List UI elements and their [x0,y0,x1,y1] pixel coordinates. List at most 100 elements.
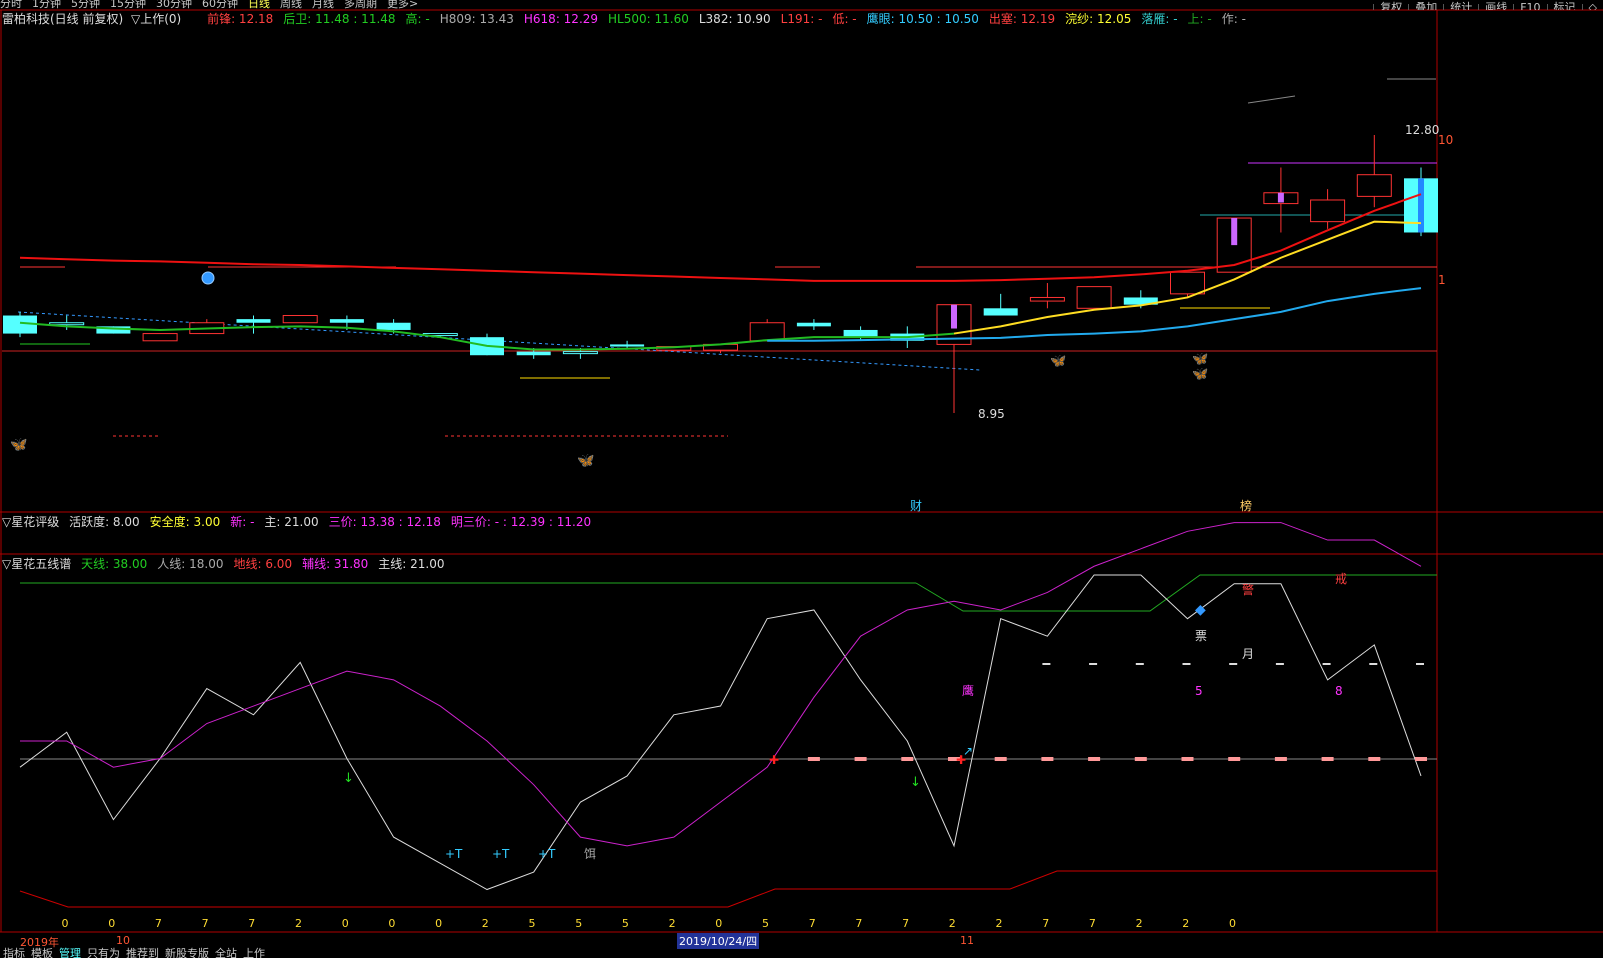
pink-marker [1041,757,1054,761]
arrow-down-icon: ↓ [910,775,921,790]
indicator-value-label: H618: 12.29 [523,12,599,26]
candle-body [142,333,178,342]
bottom-tab[interactable]: 只有为 [84,947,123,958]
candle-body [1170,271,1205,295]
signal-tag: 月 [1242,647,1254,661]
bottom-digit: 5 [575,917,582,930]
period-tab[interactable]: 60分钟 [202,0,238,9]
bottom-tab[interactable]: 指标 [0,947,28,958]
grey-dash [1416,663,1424,665]
bottom-digit: 0 [108,917,115,930]
stock-title[interactable]: 雷柏科技(日线 前复权) [2,12,123,26]
indicator-value-label: L191: - [780,12,823,26]
rating-value-label: 主: 21.00 [264,515,319,529]
line-value-label: 天线: 38.00 [81,557,148,571]
toolbar-button[interactable]: ◇ [1581,2,1603,10]
indicator-name[interactable]: ▽上作(0) [131,12,181,26]
line-panel-title[interactable]: ▽星花五线谱 [2,557,71,571]
bottom-digit: 7 [902,917,909,930]
pink-marker [1274,757,1287,761]
rating-value-label: 安全度: 3.00 [149,515,221,529]
candle-body [1076,286,1112,309]
signal-tag: +T [538,847,556,861]
bottom-mark-bang: 榜 [1240,499,1253,513]
period-tab[interactable]: 1分钟 [32,0,61,9]
bottom-digit: 7 [1089,917,1096,930]
bottom-tab[interactable]: 上作 [240,947,268,958]
bottom-tab[interactable]: 新股专版 [162,947,212,958]
bottom-tab[interactable]: 全站 [212,947,240,958]
diamond-icon: ◆ [1195,602,1206,618]
main-panel-header: 雷柏科技(日线 前复权) ▽上作(0) 前锋: 12.18 后卫: 11.48 :… [2,12,1256,26]
toolbar-button[interactable]: 画线 [1478,2,1513,10]
moving-average-lines [19,193,1422,351]
rating-value-label: 三价: 13.38 : 12.18 [328,515,441,529]
period-tab[interactable]: 30分钟 [156,0,192,9]
bottom-mark-cai: 财 [910,499,923,513]
bottom-digit: 0 [715,917,722,930]
bottom-digit: 0 [435,917,442,930]
period-tab[interactable]: 5分钟 [71,0,100,9]
grey-dash [1135,663,1144,665]
toolbar-button[interactable]: F10 [1513,2,1546,10]
signal-tag: 8 [1335,684,1343,698]
bottom-digit: 0 [342,917,349,930]
period-tab[interactable]: 15分钟 [110,0,146,9]
top-right-toolbar: 复权 叠加 统计 画线 F10 标记 ◇ [1373,0,1603,10]
period-tab[interactable]: 更多> [387,0,418,9]
bottom-digit: 0 [62,917,69,930]
rating-panel-header: ▽星花评级 活跃度: 8.00 安全度: 3.00 新: - 主: 21.00 三价: … [2,515,601,529]
right-label-mid: 1 [1438,273,1446,287]
signal-tag: 鹰 [962,683,974,698]
bottom-tab[interactable]: 管理 [56,947,84,958]
butterfly-icon: 🦋 [577,453,595,469]
toolbar-button[interactable]: 叠加 [1408,2,1443,10]
rating-title[interactable]: ▽星花评级 [2,515,59,529]
bottom-tab[interactable]: 推荐到 [123,947,162,958]
bottom-digit: 5 [762,917,769,930]
line-value-label: 主线: 21.00 [378,557,445,571]
main-line [19,574,1422,891]
arrow-up-icon: ↗ [963,744,973,758]
toolbar-button[interactable]: 标记 [1546,2,1582,10]
bottom-digit: 2 [295,917,302,930]
candle-body [1356,174,1392,197]
period-tab[interactable]: 周线 [280,0,302,9]
grey-dash [1089,663,1098,665]
five-line-series [19,522,1422,891]
ma-red-line [19,193,1422,282]
bottom-tab[interactable]: 模板 [28,947,56,958]
indicator-value-label: 上: - [1187,12,1212,26]
bottom-digit: 2 [1136,917,1143,930]
candle-body [1029,296,1065,302]
period-tab[interactable]: 日线 [248,0,270,9]
toolbar-button[interactable]: 复权 [1373,2,1408,10]
period-tab[interactable]: 月线 [312,0,334,9]
bottom-digit-row: 0 0 7 7 7 2 0 0 0 2 5 5 5 2 0 5 7 7 7 2 2 7 7 2 2 0 [62,917,1237,930]
pink-marker [1368,757,1381,761]
pink-marker [1415,757,1427,761]
signal-bar [1277,192,1284,203]
chart-canvas: 🦋 🦋 🦋 🦋 🦋 +T +T +T 饵鹰票月5 8警戒 007772000255520… [0,9,1603,933]
signal-tag: +T [492,847,510,861]
period-tab[interactable]: 多周期 [344,0,377,9]
low-price-label: 8.95 [978,407,1005,421]
period-toolbar: 分时 1分钟 5分钟 15分钟 30分钟 60分钟 日线 周线 月线 多周期 更多> [0,0,1603,10]
bottom-digit: 2 [949,917,956,930]
indicator-value-label: 出塞: 12.19 [988,12,1056,26]
indicator-value-label: H809: 13.43 [439,12,514,26]
indicator-value-label: 浣纱: 12.05 [1065,12,1132,26]
toolbar-button[interactable]: 统计 [1443,2,1478,10]
grey-dash [1182,663,1191,665]
candle-body [749,322,785,342]
signal-bar [951,304,957,329]
candle-body [236,319,271,323]
candle-body [1310,199,1346,223]
indicator-value-label: 鹰眼: 10.50 : 10.50 [866,12,979,26]
indicator-value-label: 高: - [405,12,430,26]
bottom-digit: 2 [1182,917,1189,930]
signal-tag: 警 [1242,582,1254,597]
period-tab[interactable]: 分时 [0,0,22,9]
arrow-down-icon: ↓ [343,771,354,786]
bottom-digit: 0 [388,917,395,930]
